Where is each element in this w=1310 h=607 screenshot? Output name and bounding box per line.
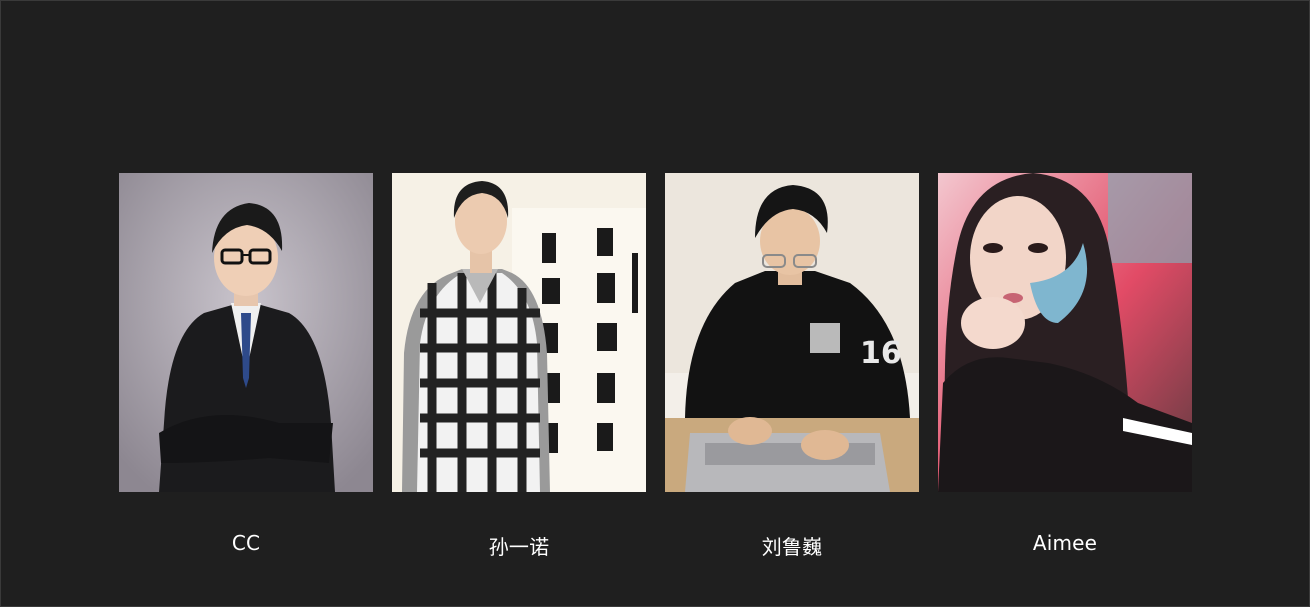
member-name: 孙一诺 — [488, 535, 550, 559]
member-card[interactable]: 孙一诺 — [392, 173, 646, 559]
member-name: CC — [231, 531, 261, 555]
member-name: Aimee — [1032, 531, 1098, 555]
portrait-laptop-icon: 16 — [665, 173, 919, 492]
member-card[interactable]: CC — [119, 173, 373, 555]
member-photo[interactable] — [938, 173, 1192, 492]
member-card[interactable]: 16 刘鲁巍 — [665, 173, 919, 559]
member-photo[interactable] — [392, 173, 646, 492]
portrait-calligraphy-icon — [392, 173, 646, 492]
member-name: 刘鲁巍 — [761, 535, 823, 559]
member-photo[interactable] — [119, 173, 373, 492]
portrait-selfie-icon — [938, 173, 1192, 492]
team-gallery: CC 孙一诺 16 刘鲁巍 Aimee — [0, 0, 1310, 607]
member-photo[interactable]: 16 — [665, 173, 919, 492]
member-card[interactable]: Aimee — [938, 173, 1192, 555]
svg-text:16: 16 — [860, 336, 902, 371]
portrait-suit-icon — [119, 173, 373, 492]
